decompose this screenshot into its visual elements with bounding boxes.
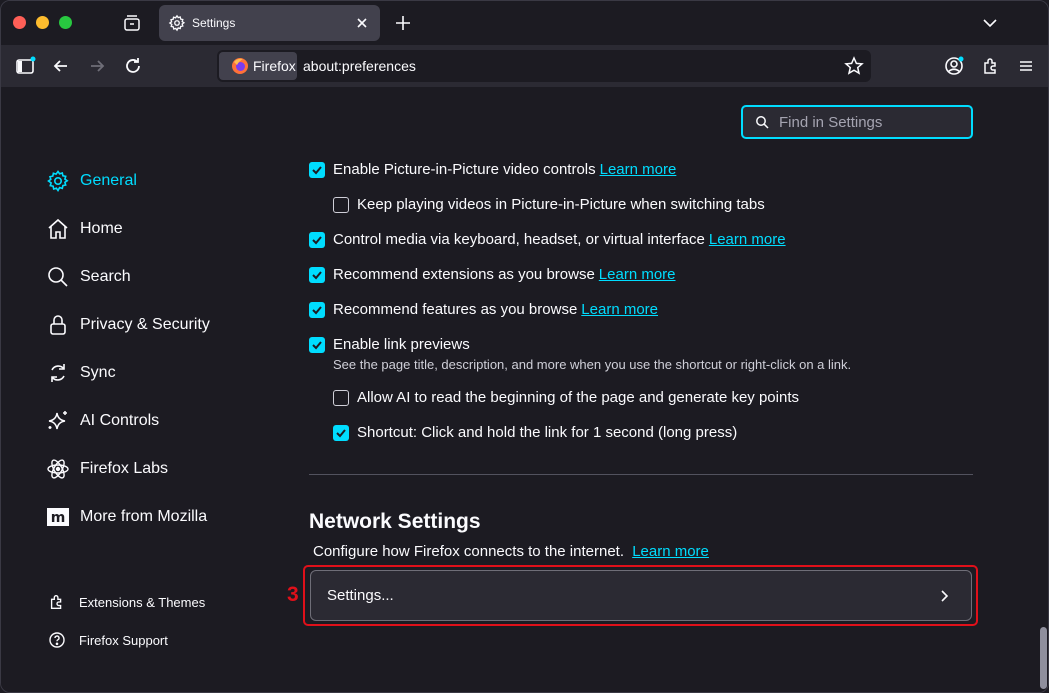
option-label: Enable Picture-in-Picture video controls <box>333 161 596 178</box>
search-icon <box>755 115 769 129</box>
option-label: Recommend features as you browse <box>333 301 578 318</box>
forward-button[interactable] <box>85 54 109 78</box>
menu-button[interactable] <box>1014 54 1038 78</box>
sidebar-item-label: General <box>80 172 137 189</box>
shortcut-long-press-option: Shortcut: Click and hold the link for 1 … <box>333 424 737 441</box>
option-label: Enable link previews <box>333 336 470 353</box>
pip-controls-option: Enable Picture-in-Picture video controls… <box>309 161 676 178</box>
gear-icon <box>45 168 71 194</box>
sidebar-item-label: Firefox Labs <box>80 460 169 477</box>
description-text: Configure how Firefox connects to the in… <box>313 543 625 560</box>
atom-icon <box>45 456 71 482</box>
sidebar-item-search[interactable]: Search <box>45 262 275 292</box>
tab-settings[interactable]: Settings <box>159 5 380 41</box>
footer-label: Extensions & Themes <box>79 594 206 610</box>
sidebar-item-home[interactable]: Home <box>45 214 275 244</box>
network-settings-heading: Network Settings <box>309 510 481 533</box>
chevron-down-icon[interactable] <box>980 13 1000 33</box>
checkbox-checked[interactable] <box>309 336 325 353</box>
recommend-features-option: Recommend features as you browse Learn m… <box>309 301 658 318</box>
sidebar-item-label: More from Mozilla <box>80 508 208 525</box>
option-label: Recommend extensions as you browse <box>333 266 595 283</box>
sync-icon <box>45 360 71 386</box>
minimize-window-button[interactable] <box>36 16 49 29</box>
sidebar-item-privacy-security[interactable]: Privacy & Security <box>45 310 275 340</box>
find-in-settings[interactable] <box>741 105 973 139</box>
tab-strip: Settings <box>1 1 1048 45</box>
footer-label: Firefox Support <box>79 632 168 648</box>
sidebar-item-more-from-mozilla[interactable]: m More from Mozilla <box>45 502 275 532</box>
checkbox-checked[interactable] <box>309 161 325 178</box>
search-input[interactable] <box>779 113 959 131</box>
sidebar-item-sync[interactable]: Sync <box>45 358 275 388</box>
checkbox-unchecked[interactable] <box>333 196 349 213</box>
network-settings-description: Configure how Firefox connects to the in… <box>313 543 709 560</box>
extensions-button[interactable] <box>979 54 1003 78</box>
identity-label: Firefox <box>253 58 296 74</box>
mozilla-icon: m <box>45 504 71 530</box>
gear-icon <box>168 14 186 32</box>
sidebar-item-ai-controls[interactable]: AI Controls <box>45 406 275 436</box>
annotation-highlight-box <box>303 565 978 626</box>
section-divider <box>309 474 973 475</box>
learn-more-link[interactable]: Learn more <box>709 231 786 248</box>
learn-more-link[interactable]: Learn more <box>600 161 677 178</box>
checkbox-checked[interactable] <box>309 301 325 318</box>
sidebar-item-label: AI Controls <box>80 412 160 429</box>
sidebar-item-label: Privacy & Security <box>80 316 210 333</box>
browser-window: Settings Firefox about:preferences Find … <box>0 0 1049 693</box>
option-label: Keep playing videos in Picture-in-Pictur… <box>357 196 765 213</box>
svg-text:m: m <box>51 510 66 526</box>
navigation-toolbar: Firefox about:preferences <box>1 45 1048 87</box>
reload-button[interactable] <box>121 54 145 78</box>
scrollbar-thumb[interactable] <box>1040 627 1047 689</box>
ai-key-points-option: Allow AI to read the beginning of the pa… <box>333 389 799 406</box>
url-text[interactable]: about:preferences <box>303 58 416 74</box>
new-tab-button[interactable] <box>393 13 413 33</box>
close-window-button[interactable] <box>13 16 26 29</box>
home-icon <box>45 216 71 242</box>
option-label: Allow AI to read the beginning of the pa… <box>357 389 799 406</box>
sidebar-firefox-support-link[interactable]: Firefox Support <box>47 629 168 651</box>
sidebar-item-general[interactable]: General <box>45 166 275 196</box>
tab-title: Settings <box>192 16 236 30</box>
sparkle-icon <box>45 408 71 434</box>
firefox-logo-icon <box>231 57 249 75</box>
sidebar-item-firefox-labs[interactable]: Firefox Labs <box>45 454 275 484</box>
zoom-window-button[interactable] <box>59 16 72 29</box>
sidebar-item-label: Home <box>80 220 123 237</box>
checkbox-checked[interactable] <box>309 231 325 248</box>
search-icon <box>45 264 71 290</box>
checkbox-unchecked[interactable] <box>333 389 349 406</box>
tab-overview-icon[interactable] <box>121 12 143 34</box>
checkbox-checked[interactable] <box>309 266 325 283</box>
scrollbar[interactable] <box>1038 87 1048 692</box>
lock-icon <box>45 312 71 338</box>
link-previews-option: Enable link previews <box>309 336 470 353</box>
help-icon <box>47 630 67 650</box>
puzzle-icon <box>47 592 67 612</box>
learn-more-link[interactable]: Learn more <box>599 266 676 283</box>
option-label: Control media via keyboard, headset, or … <box>333 231 705 248</box>
close-icon[interactable] <box>352 13 372 33</box>
sidebar-item-label: Sync <box>80 364 116 381</box>
address-bar[interactable]: Firefox about:preferences <box>217 50 871 82</box>
preferences-content: General Home Search Privacy & Security <box>1 87 1048 692</box>
back-button[interactable] <box>49 54 73 78</box>
star-icon[interactable] <box>843 55 865 77</box>
checkbox-checked[interactable] <box>333 424 349 441</box>
link-previews-hint: See the page title, description, and mor… <box>333 357 852 372</box>
learn-more-link[interactable]: Learn more <box>632 543 709 560</box>
media-control-option: Control media via keyboard, headset, or … <box>309 231 786 248</box>
learn-more-link[interactable]: Learn more <box>581 301 658 318</box>
sidebar-item-label: Search <box>80 268 131 285</box>
account-button[interactable] <box>942 54 966 78</box>
pip-keep-playing-option: Keep playing videos in Picture-in-Pictur… <box>333 196 765 213</box>
recommend-extensions-option: Recommend extensions as you browse Learn… <box>309 266 676 283</box>
annotation-number: 3 <box>287 583 299 606</box>
sidebar-toggle-button[interactable] <box>13 54 37 78</box>
identity-box[interactable]: Firefox <box>219 52 297 80</box>
sidebar-extensions-themes-link[interactable]: Extensions & Themes <box>47 591 205 613</box>
option-label: Shortcut: Click and hold the link for 1 … <box>357 424 738 441</box>
